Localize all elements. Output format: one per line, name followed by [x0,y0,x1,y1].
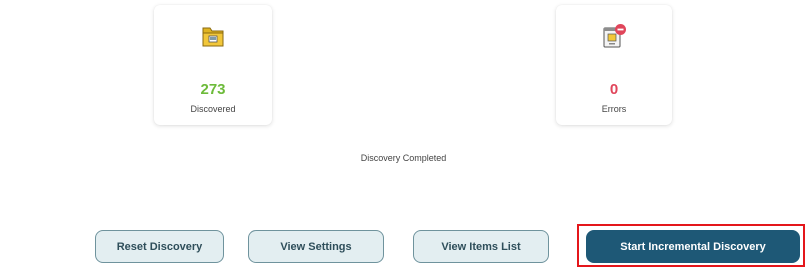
folder-icon [202,27,224,47]
discovered-label: Discovered [190,104,236,114]
errors-label: Errors [601,104,627,114]
start-incremental-discovery-button[interactable]: Start Incremental Discovery [586,230,800,263]
errors-card: 0 Errors [556,5,672,125]
errors-count: 0 [609,81,619,98]
document-error-icon [603,24,626,48]
view-items-list-button[interactable]: View Items List [413,230,549,263]
view-settings-button[interactable]: View Settings [248,230,384,263]
discovery-status: Discovery Completed [360,153,447,163]
discovered-count: 273 [200,81,226,98]
reset-discovery-button[interactable]: Reset Discovery [95,230,224,263]
discovered-card: 273 Discovered [154,5,272,125]
